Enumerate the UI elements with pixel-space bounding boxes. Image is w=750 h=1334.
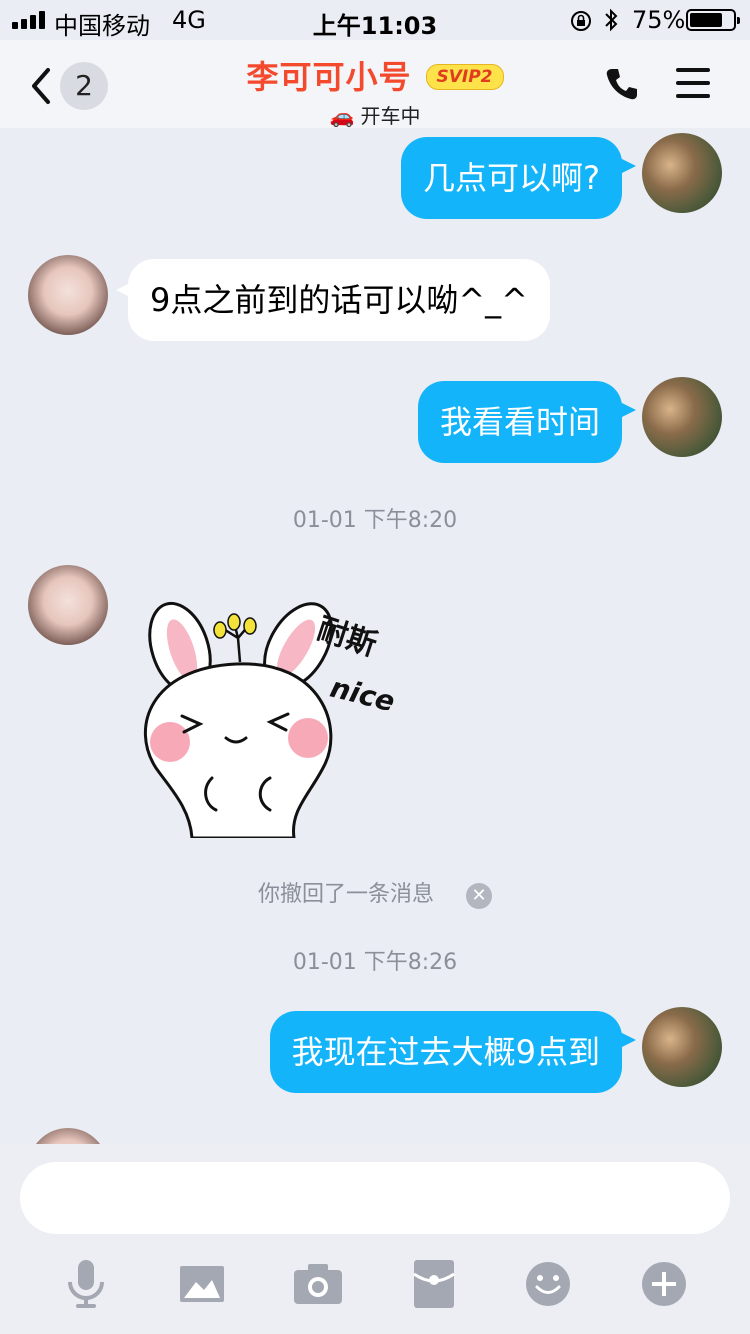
message-bubble-incoming[interactable]: 9点之前到的话可以呦^_^	[128, 259, 550, 341]
emoji-icon[interactable]	[518, 1254, 578, 1314]
message-bubble-outgoing[interactable]: 几点可以啊?	[401, 137, 622, 219]
my-avatar[interactable]	[642, 377, 722, 457]
battery-icon	[686, 9, 740, 31]
car-icon: 🚗	[329, 104, 355, 128]
toolbar	[0, 1254, 750, 1314]
red-packet-icon[interactable]	[404, 1254, 464, 1314]
sticker-message[interactable]: 耐斯 nice	[130, 598, 410, 840]
recall-notice: 你撤回了一条消息 ✕	[0, 876, 750, 909]
contact-status: 🚗 开车中	[0, 100, 750, 129]
phone-icon[interactable]	[604, 66, 640, 102]
contact-status-text: 开车中	[360, 104, 421, 128]
contact-avatar[interactable]	[28, 255, 108, 335]
message-input[interactable]	[20, 1162, 730, 1234]
plus-icon[interactable]	[634, 1254, 694, 1314]
rotation-lock-icon	[571, 11, 591, 31]
my-avatar[interactable]	[642, 1007, 722, 1087]
contact-name: 李可可小号	[246, 58, 412, 96]
battery-fill	[690, 13, 722, 27]
my-avatar[interactable]	[642, 133, 722, 213]
timestamp: 01-01 下午8:26	[292, 950, 458, 975]
vip-badge: SVIP2	[425, 64, 504, 90]
microphone-icon[interactable]	[56, 1254, 116, 1314]
message-bubble-outgoing[interactable]: 我现在过去大概9点到	[269, 1011, 622, 1093]
battery-percent: 75%	[632, 6, 686, 34]
chat-header: 2 李可可小号 SVIP2 🚗 开车中	[0, 40, 750, 128]
contact-avatar[interactable]	[28, 565, 108, 645]
bluetooth-icon	[605, 8, 618, 32]
recall-notice-text: 你撤回了一条消息	[257, 882, 434, 907]
input-bar	[0, 1144, 750, 1334]
bubble-tail	[620, 158, 636, 174]
bubble-tail	[620, 402, 636, 418]
camera-icon[interactable]	[288, 1254, 348, 1314]
close-icon[interactable]: ✕	[466, 883, 492, 909]
timestamp: 01-01 下午8:20	[292, 508, 458, 533]
bubble-tail	[620, 1032, 636, 1048]
menu-icon[interactable]	[676, 68, 710, 98]
image-icon[interactable]	[172, 1254, 232, 1314]
status-bar: 中国移动 4G 上午11:03 75%	[0, 0, 750, 40]
message-bubble-outgoing[interactable]: 我看看时间	[417, 381, 622, 463]
